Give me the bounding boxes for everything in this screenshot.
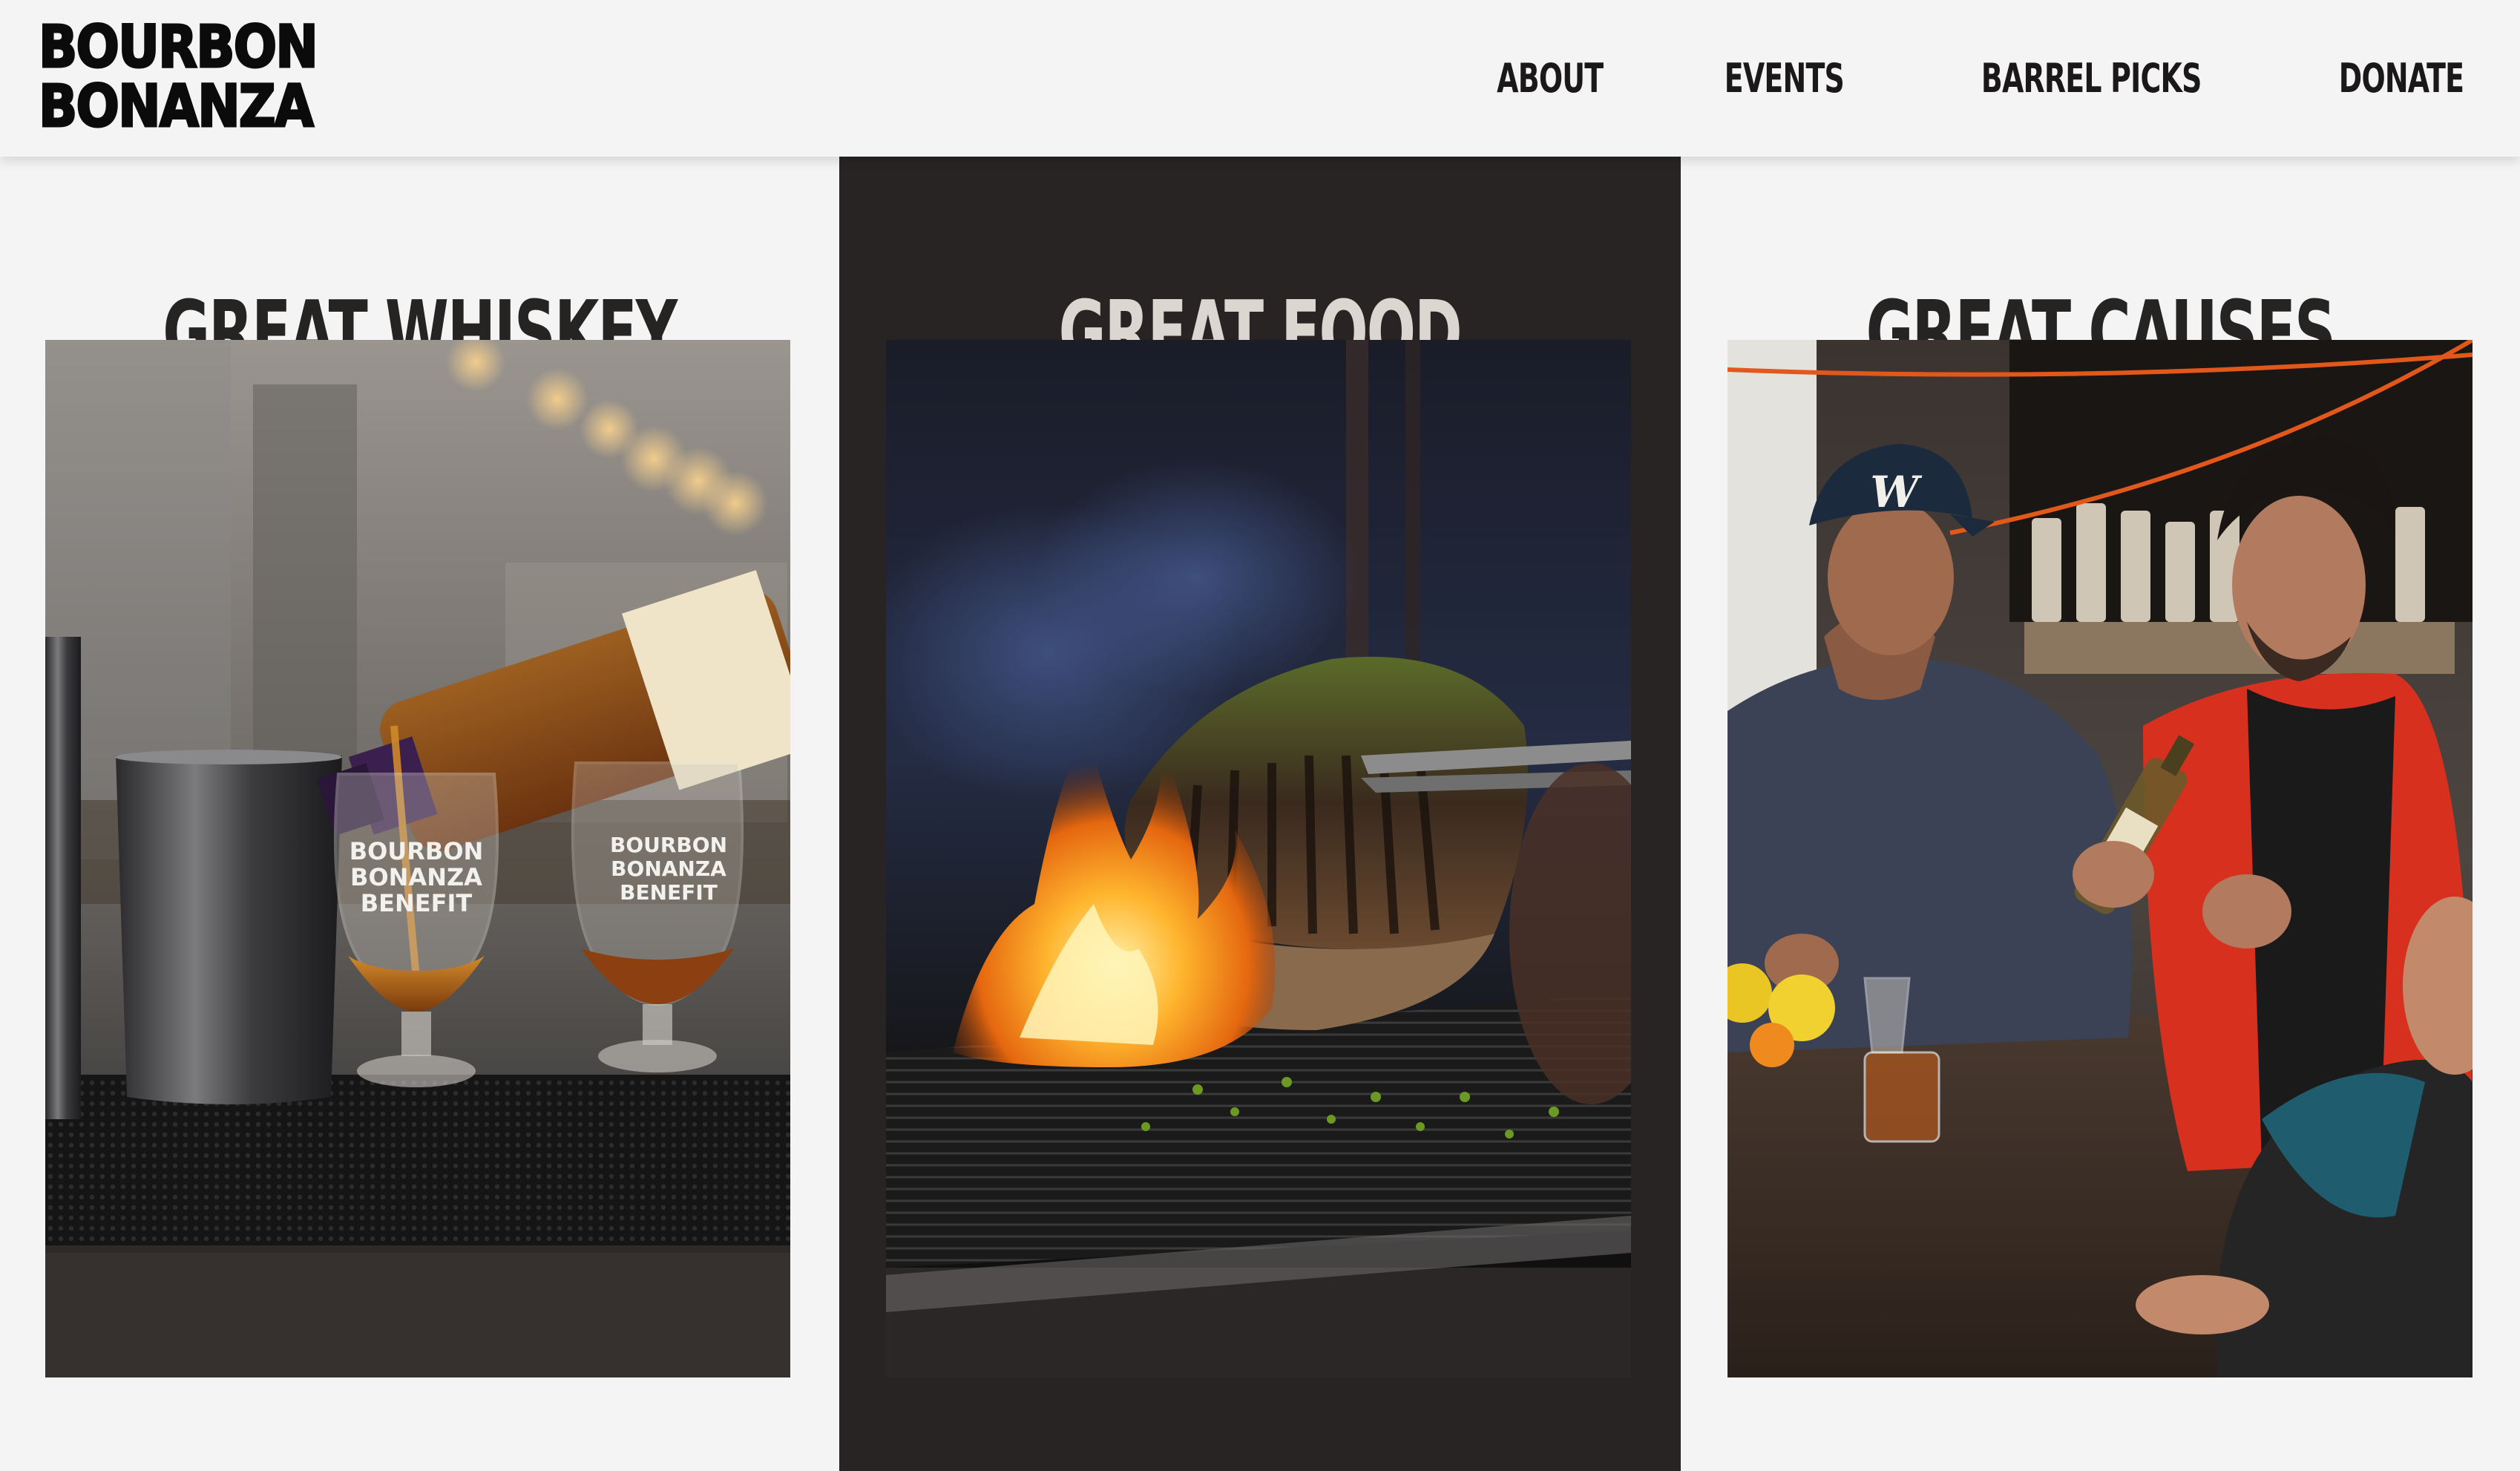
food-column: GREAT FOOD [839,157,1681,1471]
svg-text:BOURBON: BOURBON [350,837,484,865]
svg-text:BENEFIT: BENEFIT [620,880,718,905]
nav-link-barrel-picks[interactable]: BARREL PICKS [1981,55,2202,102]
main-nav: ABOUT EVENTS BARREL PICKS DONATE [1482,0,2481,157]
food-photo [886,340,1631,1377]
logo-line-1: BOURBON [38,14,319,81]
svg-text:BENEFIT: BENEFIT [361,889,473,917]
logo-line-2: BONANZA [38,73,315,140]
causes-column: GREAT CAUSES W [1681,157,2520,1471]
whiskey-column: GREAT WHISKEY BOURBON BONANZA BENEFIT BO… [0,157,839,1471]
whiskey-photo: BOURBON BONANZA BENEFIT BOURBON BONANZA … [45,340,790,1377]
site-logo[interactable]: BOURBON BONANZA [38,14,319,140]
nav-link-about[interactable]: ABOUT [1497,55,1604,102]
svg-text:BONANZA: BONANZA [611,856,726,881]
nav-link-donate[interactable]: DONATE [2339,55,2464,102]
svg-text:BONANZA: BONANZA [350,863,482,891]
svg-text:BOURBON: BOURBON [610,833,727,857]
nav-link-events[interactable]: EVENTS [1724,55,1844,102]
feature-columns: GREAT WHISKEY BOURBON BONANZA BENEFIT BO… [0,157,2520,1471]
site-header: BOURBON BONANZA ABOUT EVENTS BARREL PICK… [0,0,2520,157]
causes-photo: W [1727,340,2473,1377]
svg-text:W: W [1870,467,1922,517]
